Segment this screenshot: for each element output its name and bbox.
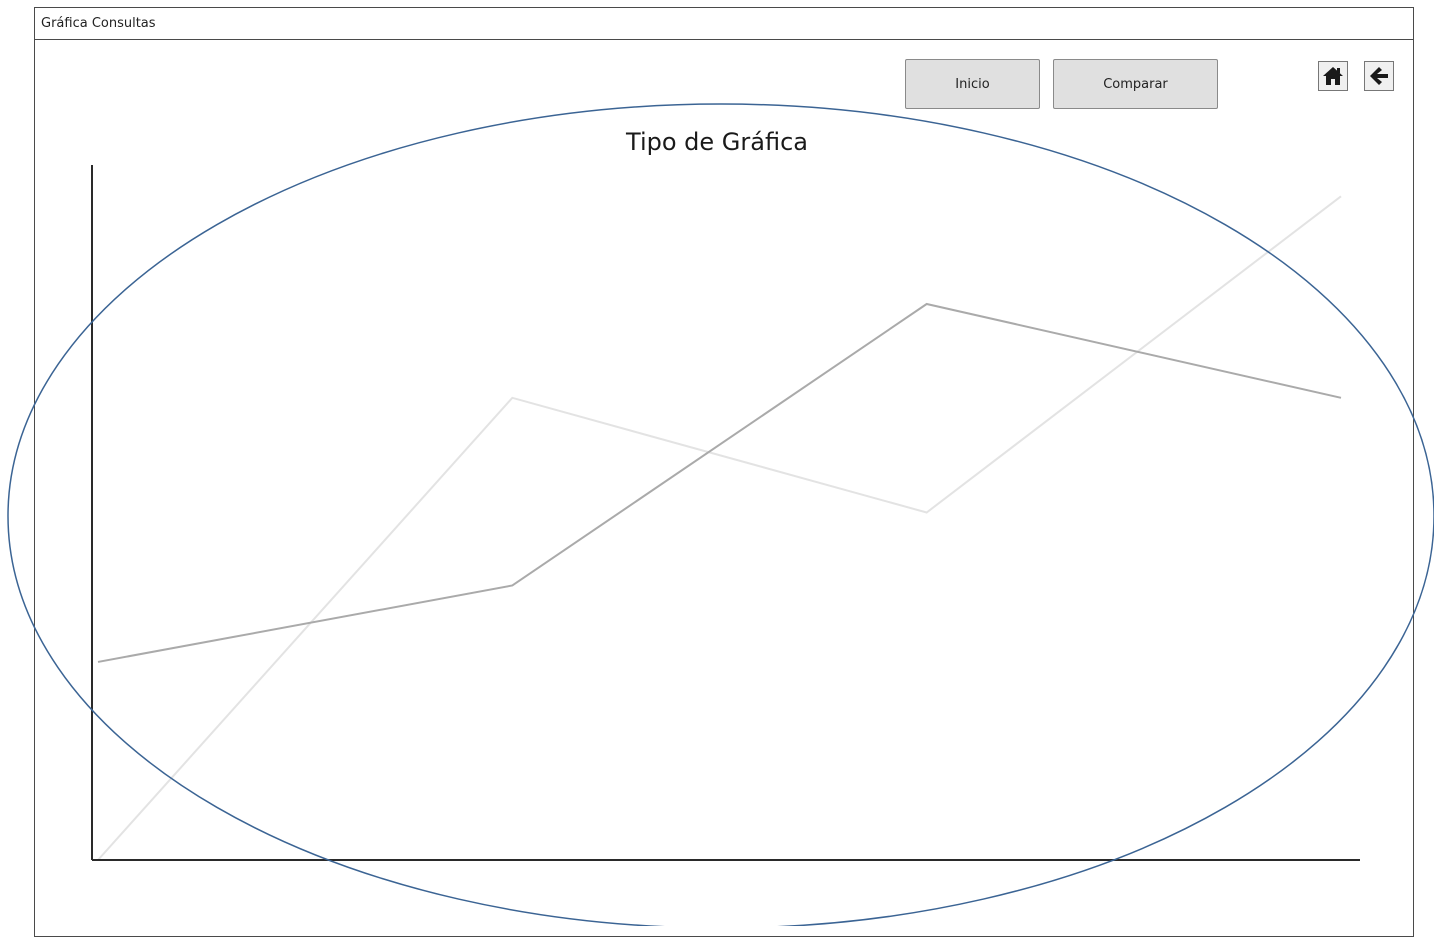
series-line-1 (97, 302, 1342, 663)
chart-series-layer (97, 195, 1342, 861)
annotation-ellipse (7, 103, 1434, 926)
series-line-2 (97, 195, 1342, 861)
line-chart (7, 103, 1434, 926)
